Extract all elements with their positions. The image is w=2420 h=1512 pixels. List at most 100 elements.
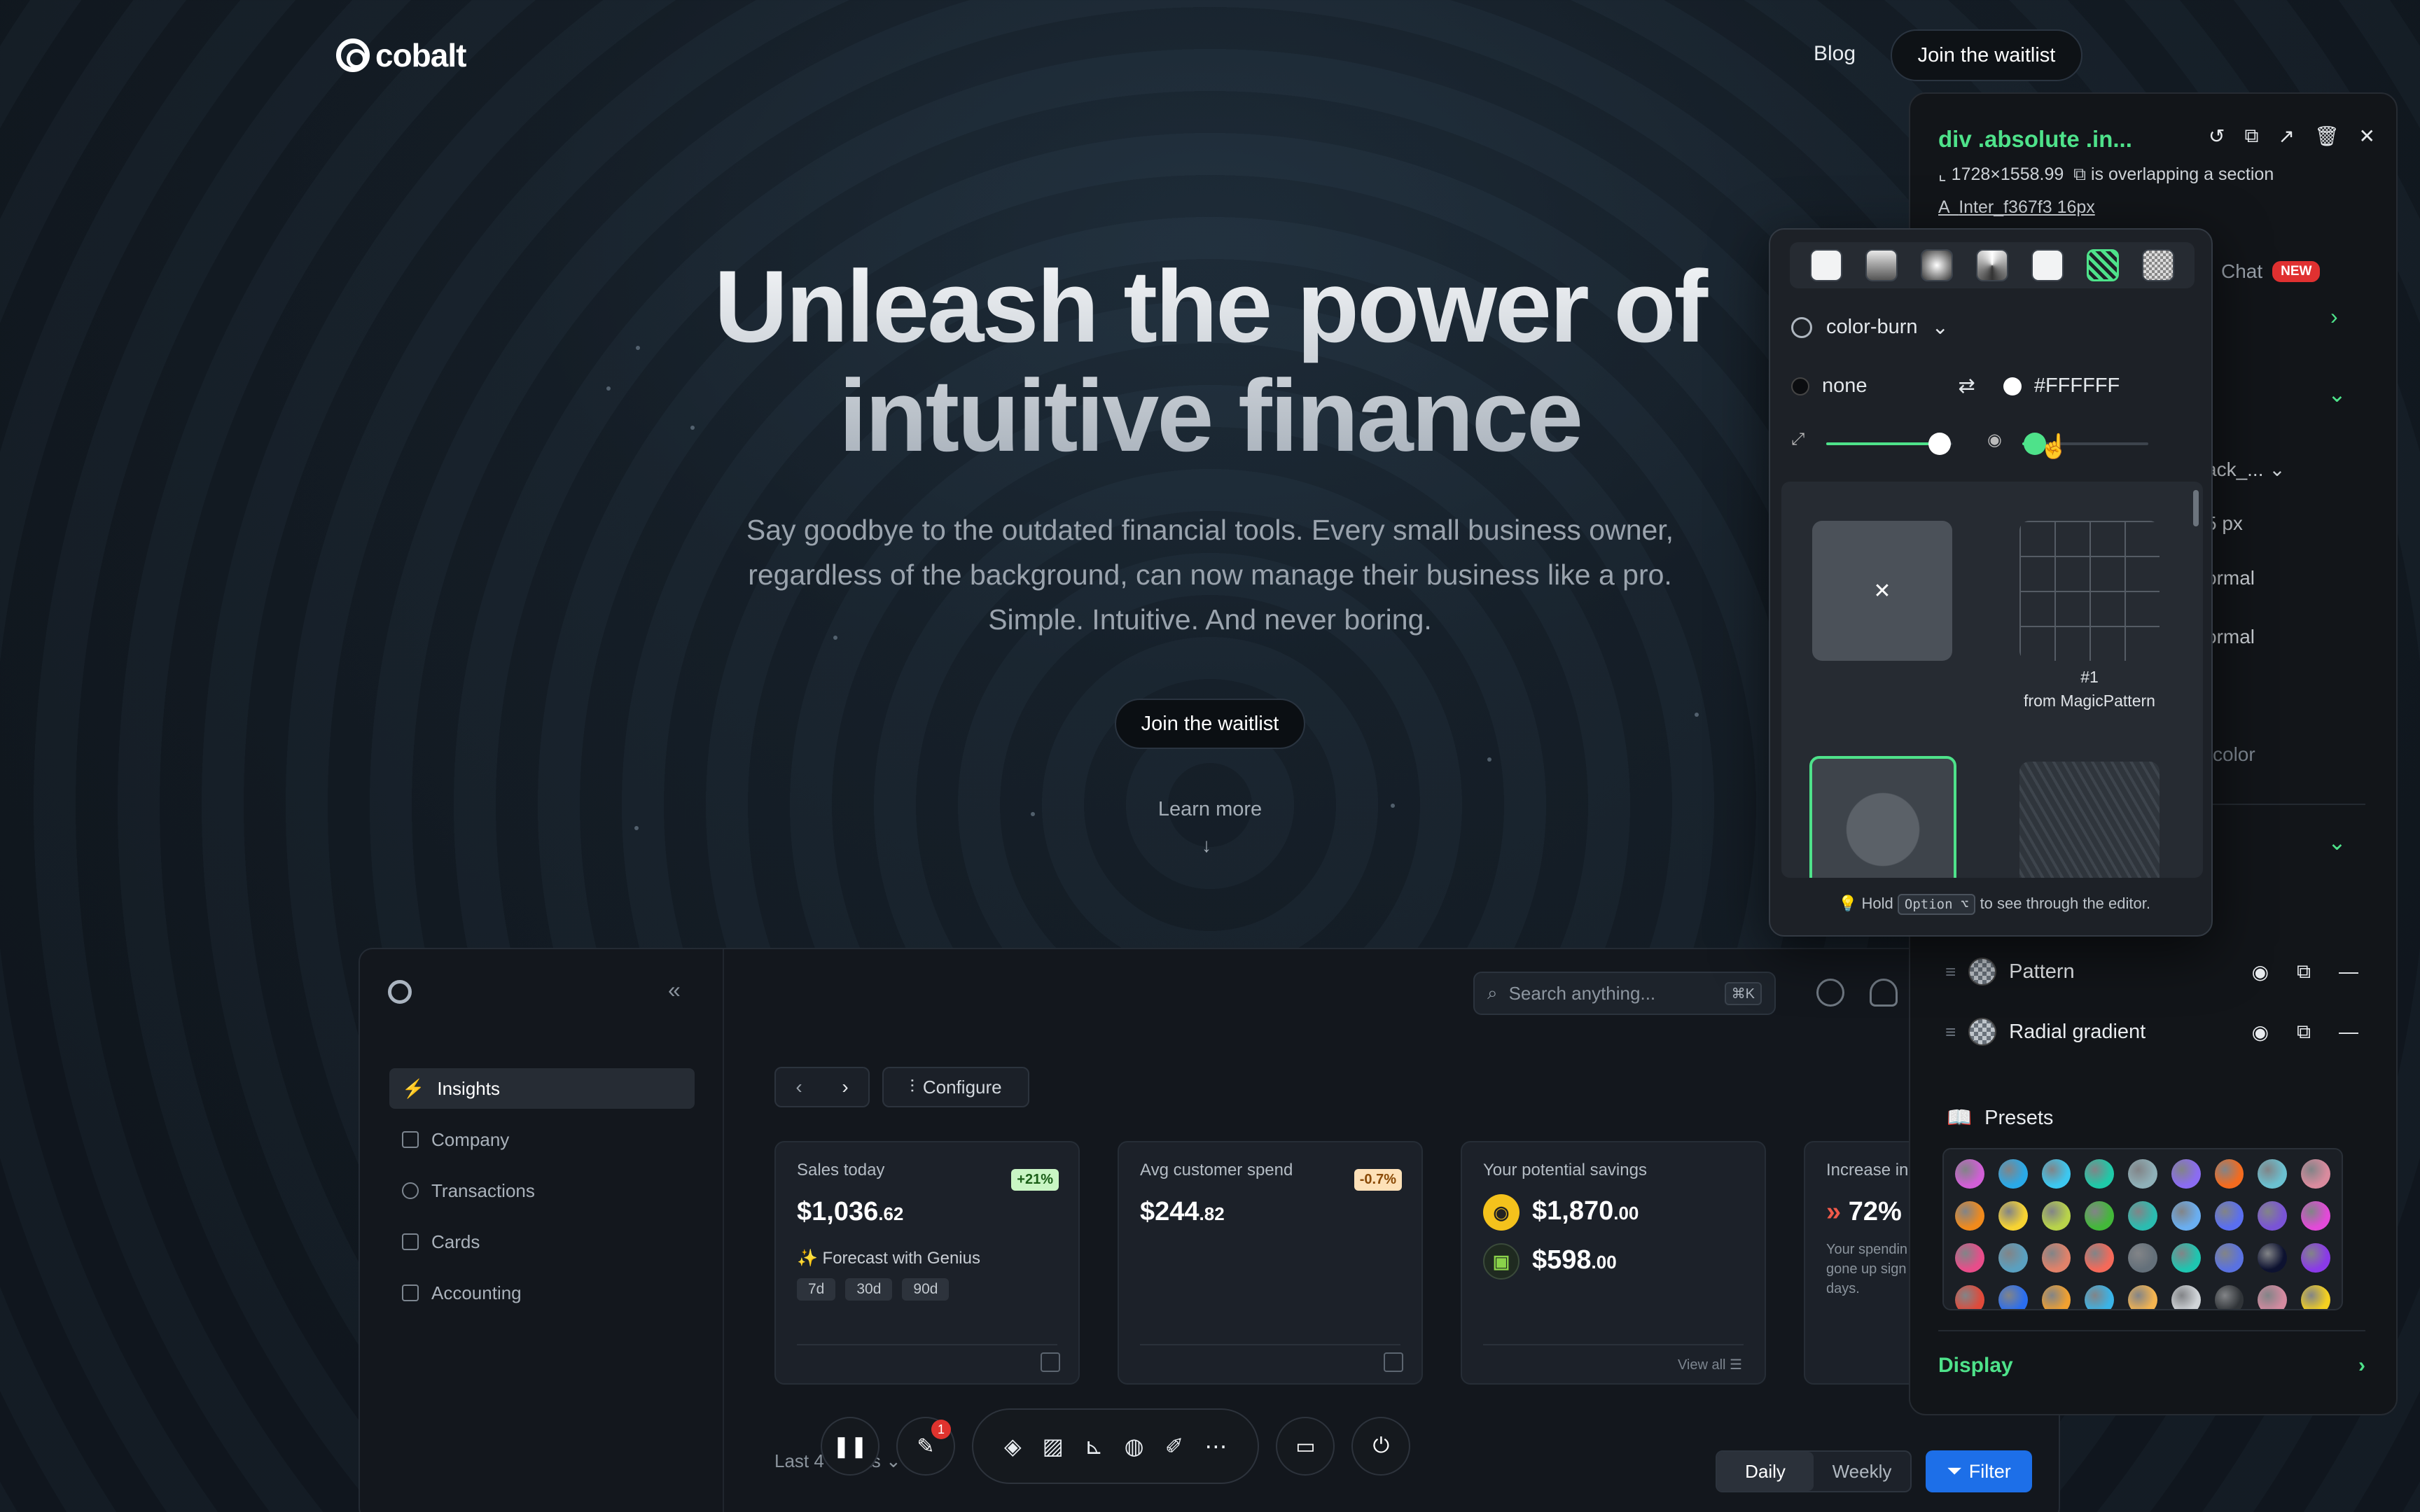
period-daily[interactable]: Daily [1717, 1452, 1814, 1491]
responsive-button[interactable]: ▭ [1276, 1417, 1335, 1476]
preset-swatch[interactable] [2301, 1285, 2331, 1309]
layer-pattern[interactable]: ≡ Pattern ◉ ⧉ — [1945, 951, 2358, 993]
more-icon[interactable]: ⋯ [1204, 1433, 1227, 1460]
blend-mode-select[interactable]: color-burn ⌄ [1791, 315, 1949, 340]
ruler-icon[interactable]: ⊾ [1085, 1433, 1104, 1460]
noise-tab[interactable] [2142, 249, 2175, 281]
preset-swatch[interactable] [2041, 1201, 2071, 1231]
chevron-down-icon[interactable]: ⌄ [2328, 829, 2346, 855]
chip-90d[interactable]: 90d [902, 1278, 950, 1301]
next-icon[interactable]: › [822, 1068, 868, 1106]
sidebar-item-company[interactable]: Company [389, 1119, 695, 1160]
eye-icon[interactable]: ◉ [2252, 960, 2269, 983]
preset-swatch[interactable] [2301, 1201, 2331, 1231]
element-font[interactable]: A Inter_f367f3 16px [1938, 197, 2095, 218]
hero-join-waitlist-button[interactable]: Join the waitlist [1115, 699, 1305, 749]
power-button[interactable]: ⏻ [1351, 1417, 1411, 1476]
sidebar-item-accounting[interactable]: Accounting [389, 1273, 695, 1313]
preset-swatch[interactable] [2085, 1159, 2115, 1189]
preset-swatch[interactable] [1998, 1201, 2028, 1231]
bell-icon[interactable] [1870, 979, 1898, 1007]
duplicate-icon[interactable]: ⧉ [2297, 1021, 2311, 1044]
eyedropper-icon[interactable]: ✐ [1165, 1433, 1184, 1460]
sidebar-item-cards[interactable]: Cards [389, 1222, 695, 1262]
solid-fill-tab[interactable] [1809, 249, 1842, 281]
layer-radial-gradient[interactable]: ≡ Radial gradient ◉ ⧉ — [1945, 1011, 2358, 1053]
palette-icon[interactable]: ◍ [1125, 1433, 1144, 1460]
preset-swatch[interactable] [2301, 1159, 2331, 1189]
no-pattern-tile[interactable]: ✕ [1812, 521, 1952, 661]
prev-icon[interactable]: ‹ [776, 1068, 822, 1106]
preset-swatch[interactable] [2085, 1201, 2115, 1231]
preset-swatch[interactable] [2128, 1201, 2157, 1231]
swap-icon[interactable]: ⇄ [1959, 374, 1975, 398]
preset-swatch[interactable] [2301, 1243, 2331, 1273]
preset-swatch[interactable] [1998, 1285, 2028, 1309]
preset-swatch[interactable] [2041, 1243, 2071, 1273]
preset-swatch[interactable] [2214, 1159, 2244, 1189]
trash-icon[interactable]: 🗑 [2314, 125, 2339, 148]
edit-icon[interactable] [1384, 1352, 1403, 1372]
external-link-icon[interactable]: ↗ [2279, 125, 2295, 148]
pattern-tab[interactable] [2087, 249, 2120, 281]
chip-7d[interactable]: 7d [797, 1278, 836, 1301]
view-all-link[interactable]: View all ☰ [1678, 1356, 1742, 1373]
duplicate-icon[interactable]: ⧉ [2245, 125, 2259, 148]
dashboard-search-input[interactable]: ⌕ Search anything... ⌘K [1473, 972, 1776, 1015]
preset-swatch[interactable] [2171, 1159, 2201, 1189]
preset-swatch[interactable] [2128, 1285, 2157, 1309]
sidebar-item-insights[interactable]: ⚡ Insights [389, 1068, 695, 1109]
nav-blog-link[interactable]: Blog [1814, 42, 1856, 66]
chat-tab[interactable]: Chat NEW [2221, 260, 2321, 283]
preset-swatch[interactable] [1955, 1243, 1984, 1273]
preset-swatch[interactable] [1998, 1243, 2028, 1273]
gallery-scrollbar[interactable] [2193, 490, 2199, 526]
preset-swatch[interactable] [2171, 1201, 2201, 1231]
preset-swatch[interactable] [1955, 1201, 1984, 1231]
linear-gradient-tab[interactable] [1865, 249, 1898, 281]
preset-swatch[interactable] [2258, 1201, 2288, 1231]
chip-30d[interactable]: 30d [845, 1278, 893, 1301]
filter-button[interactable]: ⏷ Filter [1926, 1450, 2032, 1492]
dashboard-logo-icon[interactable] [388, 980, 412, 1004]
close-icon[interactable]: ✕ [2359, 125, 2375, 148]
forecast-genius-link[interactable]: ✨ Forecast with Genius [797, 1248, 1057, 1268]
help-icon[interactable] [1816, 979, 1844, 1007]
collapse-sidebar-icon[interactable]: « [668, 977, 681, 1003]
preset-swatch[interactable] [2214, 1201, 2244, 1231]
preset-swatch[interactable] [2128, 1159, 2157, 1189]
chevron-right-icon[interactable]: › [2330, 304, 2338, 330]
preset-swatch[interactable] [2171, 1243, 2201, 1273]
preset-swatch[interactable] [1998, 1159, 2028, 1189]
learn-more-link[interactable]: Learn more [1120, 798, 1300, 821]
foreground-color[interactable]: #FFFFFF [2003, 374, 2120, 398]
configure-button[interactable]: ⫶ Configure [882, 1067, 1029, 1107]
grid-pattern-tile[interactable] [2019, 521, 2160, 661]
eye-icon[interactable]: ◉ [2252, 1021, 2269, 1044]
preset-swatch[interactable] [2258, 1285, 2288, 1309]
drag-handle-icon[interactable]: ≡ [1945, 1021, 1956, 1043]
preset-swatch[interactable] [1955, 1159, 1984, 1189]
image-icon[interactable]: ▨ [1043, 1433, 1064, 1460]
chevron-down-icon[interactable]: ⌄ [2328, 381, 2346, 407]
preset-swatch[interactable] [2214, 1243, 2244, 1273]
scale-slider-thumb[interactable] [1928, 433, 1951, 455]
conic-gradient-tab[interactable] [1975, 249, 2008, 281]
preset-swatch[interactable] [2085, 1285, 2115, 1309]
preset-swatch[interactable] [2041, 1285, 2071, 1309]
hex-pattern-tile[interactable] [2019, 762, 2160, 878]
sidebar-item-transactions[interactable]: Transactions [389, 1170, 695, 1211]
preset-swatch[interactable] [2085, 1243, 2115, 1273]
magic-wand-button[interactable]: ✎ 1 [896, 1417, 955, 1476]
edit-icon[interactable] [1041, 1352, 1060, 1372]
image-tab[interactable] [2031, 249, 2064, 281]
minus-icon[interactable]: — [2339, 1021, 2358, 1044]
preset-swatch[interactable] [1955, 1285, 1984, 1309]
background-color-none[interactable]: none [1791, 374, 1868, 398]
period-weekly[interactable]: Weekly [1814, 1452, 1910, 1491]
undo-icon[interactable]: ↺ [2209, 125, 2225, 148]
preset-swatch[interactable] [2128, 1243, 2157, 1273]
minus-icon[interactable]: — [2339, 960, 2358, 983]
display-section[interactable]: Display › [1938, 1354, 2365, 1378]
selected-pattern-tile[interactable] [1809, 756, 1956, 878]
